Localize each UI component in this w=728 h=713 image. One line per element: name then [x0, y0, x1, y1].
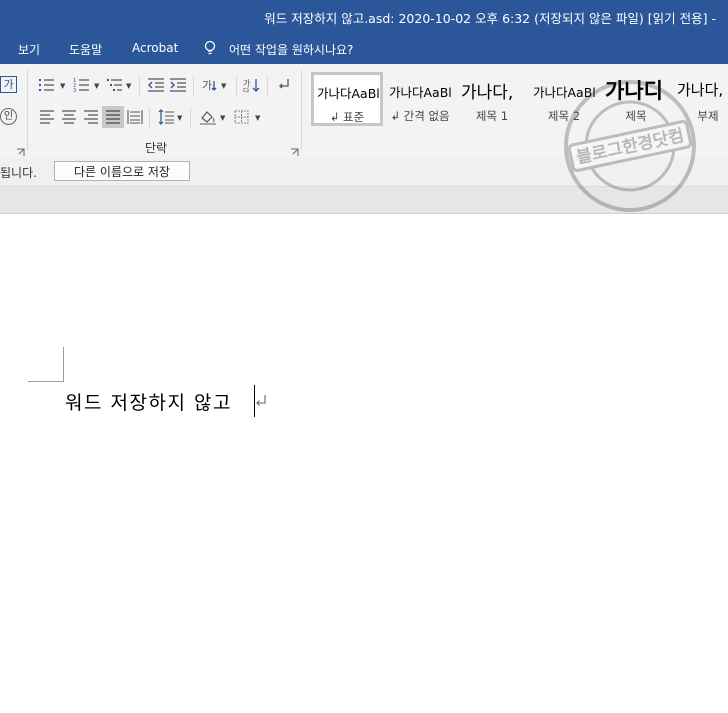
- paragraph-dialog-launcher-icon[interactable]: [290, 142, 299, 156]
- align-right-icon[interactable]: [82, 109, 100, 125]
- distributed-icon[interactable]: [126, 109, 144, 125]
- style-preview: 가나다AaBl: [389, 85, 452, 100]
- separator: [139, 76, 140, 96]
- tab-help[interactable]: 도움말: [69, 41, 102, 58]
- svg-text:가: 가: [202, 79, 212, 92]
- multilevel-list-icon[interactable]: [106, 77, 124, 93]
- text-direction-dropdown-icon[interactable]: ▼: [221, 82, 226, 90]
- tell-me-search[interactable]: 어떤 작업을 원하시나요?: [229, 41, 353, 58]
- numbering-icon[interactable]: 123: [73, 77, 91, 93]
- separator: [149, 108, 150, 128]
- font-style-icon[interactable]: 가: [0, 76, 17, 93]
- svg-text:3: 3: [73, 88, 76, 93]
- style-no-spacing[interactable]: 가나다AaBl ↲ 간격 없음: [384, 72, 456, 126]
- style-name: ↲ 표준: [329, 110, 365, 124]
- tab-view[interactable]: 보기: [18, 41, 40, 58]
- bullets-dropdown-icon[interactable]: ▼: [60, 82, 65, 90]
- style-name: ↲ 간격 없음: [390, 109, 450, 123]
- enclosed-char-icon[interactable]: 인: [0, 108, 17, 125]
- separator: [190, 108, 191, 128]
- borders-dropdown-icon[interactable]: ▼: [255, 114, 260, 122]
- text-direction-icon[interactable]: 가: [201, 77, 219, 93]
- save-as-button[interactable]: 다른 이름으로 저장: [54, 161, 190, 181]
- style-preview: 가나다,: [461, 83, 514, 103]
- numbering-dropdown-icon[interactable]: ▼: [94, 82, 99, 90]
- shading-icon[interactable]: [199, 109, 217, 125]
- style-preview: 가나다AaBl: [317, 86, 380, 101]
- shading-dropdown-icon[interactable]: ▼: [220, 114, 225, 122]
- multilevel-dropdown-icon[interactable]: ▼: [126, 82, 131, 90]
- style-heading-1[interactable]: 가나다, 제목 1: [456, 72, 528, 126]
- tab-acrobat[interactable]: Acrobat: [132, 41, 178, 55]
- align-left-icon[interactable]: [38, 109, 56, 125]
- document-text[interactable]: 워드 저장하지 않고: [65, 388, 232, 415]
- decrease-indent-icon[interactable]: [147, 77, 165, 93]
- title-bar: 워드 저장하지 않고.asd: 2020-10-02 오후 6:32 (저장되지…: [0, 0, 728, 33]
- borders-icon[interactable]: [233, 109, 251, 125]
- margin-marker: [28, 381, 64, 382]
- line-spacing-dropdown-icon[interactable]: ▼: [177, 114, 182, 122]
- separator: [193, 76, 194, 96]
- style-normal[interactable]: 가나다AaBl ↲ 표준: [311, 72, 383, 126]
- font-style-icon-glyph: 가: [3, 78, 14, 91]
- paragraph-mark-icon: [254, 393, 268, 407]
- group-separator: [27, 70, 28, 150]
- line-spacing-icon[interactable]: [157, 109, 175, 125]
- blog-watermark: 블로그한경닷컴: [562, 78, 698, 214]
- justify-icon[interactable]: [102, 106, 124, 128]
- margin-marker: [63, 347, 64, 382]
- window-title: 워드 저장하지 않고.asd: 2020-10-02 오후 6:32 (저장되지…: [264, 11, 716, 26]
- bullets-icon[interactable]: [38, 77, 56, 93]
- show-marks-icon[interactable]: [276, 77, 294, 93]
- enclosed-char-icon-glyph: 인: [3, 111, 14, 122]
- style-name: 제목 1: [475, 109, 509, 123]
- sort-icon[interactable]: 가다: [243, 77, 261, 93]
- align-center-icon[interactable]: [60, 109, 78, 125]
- group-separator: [301, 70, 302, 150]
- increase-indent-icon[interactable]: [169, 77, 187, 93]
- separator: [236, 76, 237, 96]
- lightbulb-icon: [203, 40, 217, 56]
- paragraph-group-label: 단락: [145, 141, 168, 155]
- separator: [267, 76, 268, 96]
- document-canvas[interactable]: [0, 214, 728, 713]
- svg-text:다: 다: [243, 86, 250, 93]
- font-dialog-launcher-icon[interactable]: [16, 142, 25, 156]
- ribbon-tabs: 보기 도움말 Acrobat 어떤 작업을 원하시나요?: [0, 33, 728, 64]
- infobar-message: 됩니다.: [0, 166, 37, 180]
